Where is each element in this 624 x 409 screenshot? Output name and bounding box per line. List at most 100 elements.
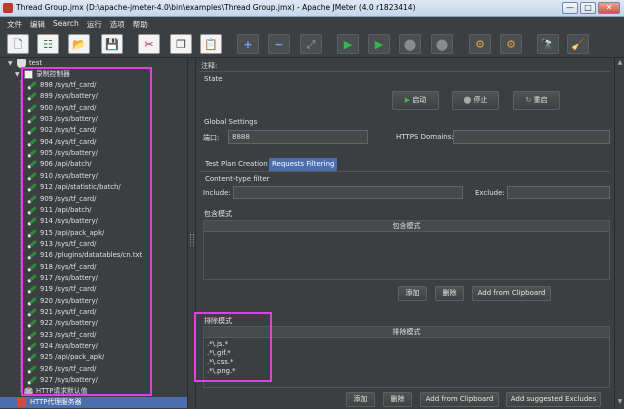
include-pattern-header: 包含模式 [204, 221, 609, 232]
tree-node-label: 904 /sys/tf_card/ [40, 137, 97, 146]
exclude-pattern-row[interactable]: .*\.gif.* [207, 349, 231, 357]
collapse-arrow-icon[interactable]: ▼ [15, 71, 22, 78]
include-add-button[interactable]: 添加 [398, 286, 427, 301]
tree-node-sampler[interactable]: 899 /sys/battery/ [0, 91, 187, 102]
start-proxy-button[interactable]: ▶ 启动 [392, 91, 439, 110]
save-button[interactable]: 💾 [101, 34, 123, 54]
exclude-add-button[interactable]: 添加 [346, 392, 375, 407]
include-add-from-clipboard-button[interactable]: Add from Clipboard [472, 286, 551, 301]
include-delete-button[interactable]: 删除 [435, 286, 464, 301]
exclude-pattern-row[interactable]: .*\.css.* [207, 358, 233, 366]
tree-node-sampler[interactable]: 919 /sys/tf_card/ [0, 284, 187, 295]
tree-node-sampler[interactable]: 924 /sys/battery/ [0, 341, 187, 352]
clear-all-button[interactable]: ⚙ [500, 34, 522, 54]
tree-node-sampler[interactable]: 910 /sys/battery/ [0, 171, 187, 182]
start-no-pause-button[interactable]: ▶ [368, 34, 390, 54]
proxy-settings-panel: 注释: State ▶ 启动 ⬤ 停止 ↻ 重启 Global Settings… [196, 58, 624, 409]
tree-node-sampler[interactable]: 900 /sys/tf_card/ [0, 103, 187, 114]
menu-search[interactable]: Search [49, 17, 83, 30]
templates-button[interactable]: ☷ [37, 34, 59, 54]
tree-node-sampler[interactable]: 920 /sys/battery/ [0, 296, 187, 307]
open-button[interactable]: 📂 [68, 34, 90, 54]
tree-node-sampler[interactable]: 922 /sys/battery/ [0, 318, 187, 329]
scroll-up-icon[interactable]: ▲ [616, 59, 624, 67]
panel-scrollbar[interactable]: ▲ ▼ [614, 58, 624, 409]
http-sampler-pen-icon [27, 353, 37, 363]
tree-node-sampler[interactable]: 904 /sys/tf_card/ [0, 137, 187, 148]
tree-node-sampler[interactable]: 917 /sys/battery/ [0, 273, 187, 284]
http-sampler-pen-icon [27, 376, 37, 385]
tree-node-sampler[interactable]: 903 /sys/battery/ [0, 114, 187, 125]
add-suggested-excludes-button[interactable]: Add suggested Excludes [506, 392, 601, 407]
stop-proxy-button[interactable]: ⬤ 停止 [452, 91, 499, 110]
menu-file[interactable]: 文件 [3, 17, 26, 30]
scroll-down-icon[interactable]: ▼ [616, 398, 624, 406]
global-settings-title: Global Settings [204, 118, 258, 126]
collapse-button[interactable]: − [268, 34, 290, 54]
tree-node-sampler[interactable]: 905 /sys/battery/ [0, 148, 187, 159]
menu-edit[interactable]: 编辑 [26, 17, 49, 30]
toggle-button[interactable]: ⤢ [300, 34, 322, 54]
exclude-pattern-table[interactable]: 排除模式 .*\.js.* .*\.gif.* .*\.css.* .*\.pn… [203, 326, 610, 388]
port-field[interactable]: 8888 [228, 130, 368, 144]
tree-node-recording-controller[interactable]: ▼ 录制控制器 [0, 69, 187, 80]
tree-node-sampler[interactable]: 925 /api/pack_apk/ [0, 352, 187, 363]
include-label: Include: [203, 189, 231, 197]
new-button[interactable]: 🗋 [7, 34, 29, 54]
tab-test-plan-creation[interactable]: Test Plan Creation [202, 158, 271, 171]
tree-node-sampler[interactable]: 902 /sys/tf_card/ [0, 125, 187, 136]
shutdown-button[interactable]: ⬤ [431, 34, 453, 54]
maximize-button[interactable]: □ [580, 2, 596, 14]
tree-node-sampler[interactable]: 906 /api/batch/ [0, 159, 187, 170]
tree-node-sampler[interactable]: 927 /sys/battery/ [0, 375, 187, 386]
tree-node-sampler[interactable]: 918 /sys/tf_card/ [0, 262, 187, 273]
tree-node-http-defaults[interactable]: HTTP请求默认值 [0, 386, 187, 397]
exclude-delete-button[interactable]: 删除 [383, 392, 412, 407]
stop-button[interactable]: ⬤ [399, 34, 421, 54]
exclude-pattern-row[interactable]: .*\.png.* [207, 367, 236, 375]
exclude-pattern-row[interactable]: .*\.js.* [207, 340, 228, 348]
expand-button[interactable]: + [237, 34, 259, 54]
tree-node-sampler[interactable]: 912 /api/statistic/batch/ [0, 182, 187, 193]
exclude-field[interactable] [507, 186, 610, 199]
close-button[interactable]: ✕ [598, 2, 620, 14]
tree-node-sampler[interactable]: 909 /sys/tf_card/ [0, 194, 187, 205]
comment-field[interactable] [222, 59, 610, 71]
menu-help[interactable]: 帮助 [129, 17, 152, 30]
restart-proxy-button[interactable]: ↻ 重启 [513, 91, 560, 110]
tree-node-label: 898 /sys/tf_card/ [40, 81, 97, 89]
collapse-arrow-icon[interactable]: ▼ [8, 60, 15, 67]
tree-node-label: 918 /sys/tf_card/ [40, 262, 97, 271]
start-button[interactable]: ▶ [337, 34, 359, 54]
tree-node-test[interactable]: ▼ test [0, 58, 187, 69]
https-domains-field[interactable] [453, 130, 610, 144]
menu-run[interactable]: 运行 [83, 17, 106, 30]
exclude-add-from-clipboard-button[interactable]: Add from Clipboard [420, 392, 499, 407]
tab-requests-filtering[interactable]: Requests Filtering [269, 158, 338, 171]
expand-icon: + [243, 37, 253, 51]
search-button[interactable]: 🔭 [537, 34, 559, 54]
include-field[interactable] [233, 186, 463, 199]
tree-node-sampler[interactable]: 926 /sys/tf_card/ [0, 364, 187, 375]
menu-options[interactable]: 选项 [106, 17, 129, 30]
tree-guide-line [20, 80, 21, 392]
reset-search-button[interactable]: 🧹 [567, 34, 589, 54]
test-plan-tree[interactable]: ▼ test ▼ 录制控制器 898 /sys/tf_card/899 /sys… [0, 58, 187, 409]
tree-node-http-proxy[interactable]: HTTP代理服务器 [0, 397, 187, 408]
tree-node-sampler[interactable]: 914 /sys/battery/ [0, 216, 187, 227]
split-pane-divider[interactable] [187, 58, 196, 409]
templates-icon: ☷ [43, 37, 53, 51]
clear-button[interactable]: ⚙ [469, 34, 491, 54]
tree-node-sampler[interactable]: 898 /sys/tf_card/ [0, 80, 187, 91]
tree-node-sampler[interactable]: 915 /api/pack_apk/ [0, 228, 187, 239]
include-pattern-table[interactable]: 包含模式 [203, 220, 610, 280]
tree-node-sampler[interactable]: 911 /api/batch/ [0, 205, 187, 216]
tree-node-sampler[interactable]: 921 /sys/tf_card/ [0, 307, 187, 318]
copy-button[interactable]: ❐ [170, 34, 192, 54]
cut-button[interactable]: ✂ [138, 34, 160, 54]
minimize-button[interactable]: — [562, 2, 578, 14]
tree-node-sampler[interactable]: 913 /sys/tf_card/ [0, 239, 187, 250]
tree-node-sampler[interactable]: 916 /plugins/datatables/cn.txt [0, 250, 187, 261]
tree-node-sampler[interactable]: 923 /sys/tf_card/ [0, 330, 187, 341]
paste-button[interactable]: 📋 [200, 34, 222, 54]
